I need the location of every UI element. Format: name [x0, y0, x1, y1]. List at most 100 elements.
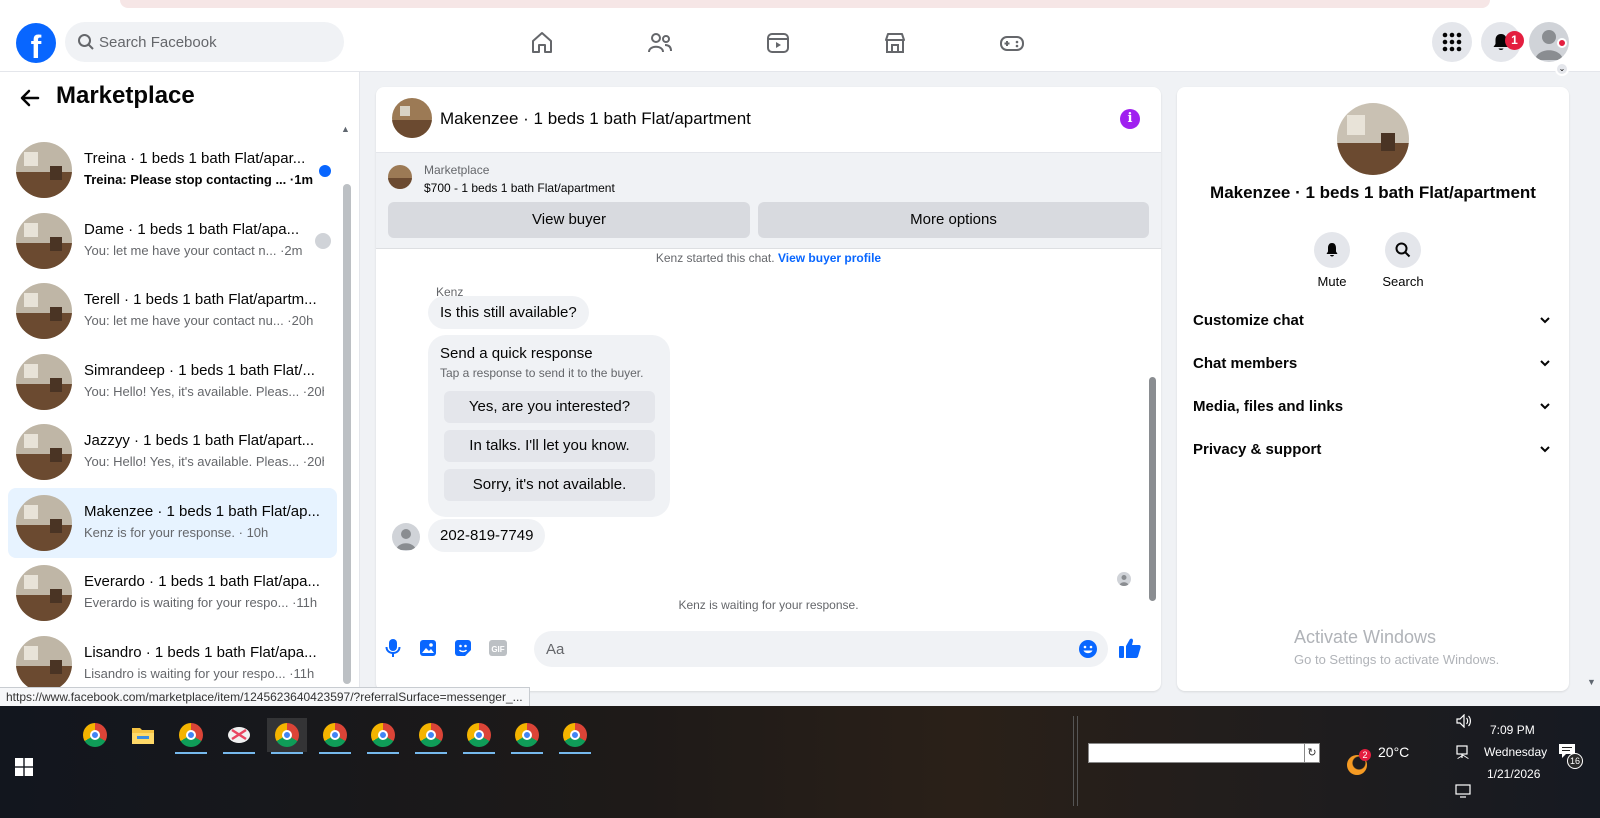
facebook-logo[interactable]: f	[16, 23, 56, 63]
privacy-support-section[interactable]: Privacy & support	[1193, 431, 1555, 471]
conversation-preview: Everardo is waiting for your respo... ·1…	[84, 595, 318, 610]
chrome-profile-4-icon[interactable]	[363, 718, 403, 754]
file-explorer-icon[interactable]	[123, 718, 163, 752]
chat-members-section[interactable]: Chat members	[1193, 345, 1555, 385]
mute-action[interactable]: Mute	[1302, 232, 1362, 289]
refresh-icon[interactable]: ↻	[1304, 743, 1320, 763]
sticker-icon[interactable]	[452, 637, 474, 659]
chrome-profile-8-icon[interactable]	[555, 718, 595, 754]
conversation-item[interactable]: Terell · 1 beds 1 bath Flat/apartm... You…	[8, 276, 337, 346]
chevron-down-icon[interactable]: ⌄	[1555, 62, 1569, 76]
conversation-title: Terell · 1 beds 1 bath Flat/apartm...	[84, 291, 317, 308]
chrome-profile-3-icon[interactable]	[315, 718, 355, 754]
page-scrollbar[interactable]: ▼	[1584, 72, 1600, 692]
message-bubble-phone: 202-819-7749	[428, 519, 546, 552]
section-label: Privacy & support	[1193, 441, 1322, 458]
listing-price[interactable]: $700 - 1 beds 1 bath Flat/apartment	[424, 181, 615, 195]
message-area: Kenz started this chat. View buyer profi…	[376, 249, 1161, 623]
back-arrow-icon[interactable]	[18, 86, 42, 110]
top-header: f 1 ⌄	[0, 14, 1600, 76]
chat-start-notice: Kenz started this chat. View buyer profi…	[376, 251, 1161, 265]
scroll-up-arrow[interactable]: ▲	[341, 124, 350, 134]
gif-icon[interactable]: GIF	[487, 637, 509, 659]
emoji-icon[interactable]	[1078, 639, 1098, 659]
speaker-icon[interactable]	[1456, 714, 1472, 728]
search-box[interactable]	[65, 22, 344, 62]
message-input-box[interactable]	[534, 631, 1108, 667]
network-icon[interactable]	[1455, 744, 1471, 760]
view-buyer-button[interactable]: View buyer	[388, 202, 750, 238]
like-icon[interactable]	[1117, 635, 1143, 661]
temperature[interactable]: 20°C	[1378, 744, 1409, 760]
watch-icon[interactable]	[758, 26, 798, 60]
info-icon[interactable]: i	[1120, 109, 1140, 129]
info-listing-thumbnail[interactable]	[1337, 103, 1409, 175]
chrome-profile-7-icon[interactable]	[507, 718, 547, 754]
marketplace-icon[interactable]	[875, 26, 915, 60]
conversation-item[interactable]: Jazzyy · 1 beds 1 bath Flat/apart... You:…	[8, 417, 337, 487]
conversation-title: Simrandeep · 1 beds 1 bath Flat/...	[84, 361, 315, 379]
activate-windows-title: Activate Windows	[1294, 627, 1437, 647]
quick-response-not-available[interactable]: Sorry, it's not available.	[444, 469, 655, 501]
clock-date[interactable]: 1/21/2026	[1487, 767, 1540, 781]
home-icon[interactable]	[522, 26, 562, 60]
notification-center-count: 16	[1567, 753, 1583, 769]
listing-thumbnail[interactable]	[388, 165, 412, 189]
waiting-notice: Kenz is waiting for your response.	[678, 598, 859, 612]
conversation-preview: You: let me have your contact nu... ·20h	[84, 313, 314, 328]
conversation-item[interactable]: Treina · 1 beds 1 bath Flat/apar... Trein…	[8, 135, 337, 205]
message-composer: GIF	[376, 623, 1161, 691]
conversation-item[interactable]: Everardo · 1 beds 1 bath Flat/apa... Ever…	[8, 558, 337, 628]
menu-grid-button[interactable]	[1432, 22, 1472, 62]
quick-response-in-talks[interactable]: In talks. I'll let you know.	[444, 430, 655, 462]
chat-listing-thumbnail[interactable]	[392, 98, 432, 138]
display-icon[interactable]	[1455, 783, 1471, 799]
message-input[interactable]	[546, 631, 1066, 667]
clock-time[interactable]: 7:09 PM	[1490, 723, 1535, 737]
conversation-item[interactable]: Simrandeep · 1 beds 1 bath Flat/... You: …	[8, 347, 337, 417]
search-input[interactable]	[99, 22, 329, 62]
quick-response-interested[interactable]: Yes, are you interested?	[444, 391, 655, 423]
snipping-tool-icon[interactable]	[219, 718, 259, 754]
sidebar-scrollbar[interactable]	[343, 184, 351, 684]
svg-text:GIF: GIF	[491, 645, 504, 654]
conversation-thumbnail	[16, 212, 72, 269]
chat-title[interactable]: Makenzee · 1 beds 1 bath Flat/apartment	[440, 109, 751, 129]
info-title: Makenzee · 1 beds 1 bath Flat/apartment	[1210, 183, 1536, 202]
search-icon	[78, 34, 94, 50]
chevron-down-icon	[1540, 403, 1550, 410]
microphone-icon[interactable]	[382, 637, 404, 659]
chrome-taskbar-icon[interactable]	[75, 718, 115, 752]
chrome-profile-m-icon[interactable]	[171, 718, 211, 754]
taskbar-address-combo[interactable]: ⌄	[1088, 743, 1320, 763]
windows-start-icon[interactable]	[15, 758, 33, 776]
conversation-item[interactable]: Makenzee · 1 beds 1 bath Flat/ap... Kenz …	[8, 487, 337, 558]
chat-scrollbar[interactable]	[1149, 377, 1156, 601]
more-options-button[interactable]: More options	[758, 202, 1149, 238]
conversation-preview: You: Hello! Yes, it's available. Pleas..…	[84, 383, 324, 399]
friends-icon[interactable]	[640, 26, 680, 60]
media-files-section[interactable]: Media, files and links	[1193, 388, 1555, 428]
seen-avatar	[1117, 572, 1131, 586]
image-icon[interactable]	[417, 637, 439, 659]
search-action[interactable]: Search	[1373, 232, 1433, 289]
view-buyer-profile-link[interactable]: View buyer profile	[778, 251, 881, 265]
conversation-title: Dame · 1 beds 1 bath Flat/apa...	[84, 220, 300, 238]
chrome-profile-5-icon[interactable]	[411, 718, 451, 754]
clock-day[interactable]: Wednesday	[1484, 745, 1547, 759]
gaming-icon[interactable]	[992, 26, 1032, 60]
chrome-profile-2-icon[interactable]	[267, 718, 307, 754]
conversation-item[interactable]: Lisandro · 1 beds 1 bath Flat/apa... Lisa…	[8, 629, 337, 688]
sidebar-header: Marketplace	[0, 72, 359, 122]
conversation-item[interactable]: Dame · 1 beds 1 bath Flat/apa... You: let…	[8, 206, 337, 276]
chat-header: Makenzee · 1 beds 1 bath Flat/apartment …	[376, 87, 1161, 153]
sender-avatar[interactable]	[392, 523, 420, 551]
scroll-down-arrow[interactable]: ▼	[1587, 677, 1596, 687]
notification-count-badge: 1	[1505, 31, 1524, 50]
conversation-title: Treina · 1 beds 1 bath Flat/apar...	[84, 150, 306, 167]
chrome-profile-6-icon[interactable]	[459, 718, 499, 754]
weather-badge: 2	[1359, 749, 1371, 761]
conversation-thumbnail	[16, 283, 72, 339]
customize-chat-section[interactable]: Customize chat	[1193, 302, 1555, 342]
marketplace-sidebar: Marketplace Treina · 1 beds 1 bath Flat/…	[0, 72, 360, 688]
